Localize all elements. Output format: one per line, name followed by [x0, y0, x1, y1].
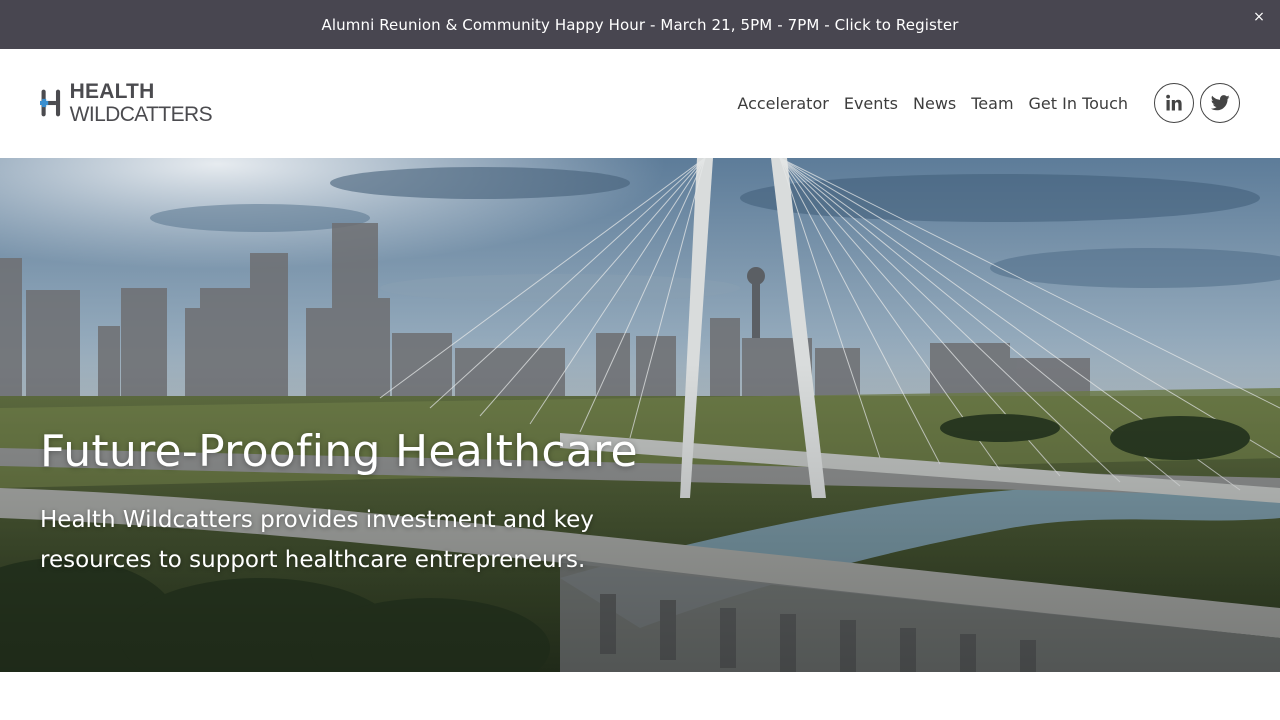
- site-header: HEALTH WILDCATTERS Accelerator Events Ne…: [0, 49, 1280, 158]
- linkedin-icon: [1166, 94, 1182, 111]
- nav-news[interactable]: News: [913, 94, 956, 113]
- hero-section: Future-Proofing Healthcare Health Wildca…: [0, 158, 1280, 672]
- nav-team[interactable]: Team: [971, 94, 1013, 113]
- logo-text-line2: WILDCATTERS: [69, 103, 213, 126]
- close-icon[interactable]: ×: [1252, 10, 1266, 24]
- logo-wordmark: HEALTH WILDCATTERS: [69, 80, 213, 126]
- announcement-text[interactable]: Alumni Reunion & Community Happy Hour - …: [322, 16, 959, 34]
- hero-overlay: [0, 158, 1280, 672]
- logo-text-line1: HEALTH: [69, 80, 155, 103]
- nav-get-in-touch[interactable]: Get In Touch: [1029, 94, 1128, 113]
- nav-events[interactable]: Events: [844, 94, 898, 113]
- hero-subtitle: Health Wildcatters provides investment a…: [40, 507, 594, 573]
- nav-accelerator[interactable]: Accelerator: [737, 94, 828, 113]
- logo[interactable]: HEALTH WILDCATTERS: [40, 77, 213, 129]
- social-links: [1154, 83, 1240, 123]
- logo-mark: [40, 89, 61, 117]
- hero-title: Future-Proofing Healthcare: [40, 426, 638, 477]
- twitter-button[interactable]: [1200, 83, 1240, 123]
- announcement-bar[interactable]: Alumni Reunion & Community Happy Hour - …: [0, 0, 1280, 49]
- twitter-icon: [1210, 95, 1230, 111]
- linkedin-button[interactable]: [1154, 83, 1194, 123]
- main-nav: Accelerator Events News Team Get In Touc…: [737, 90, 1128, 116]
